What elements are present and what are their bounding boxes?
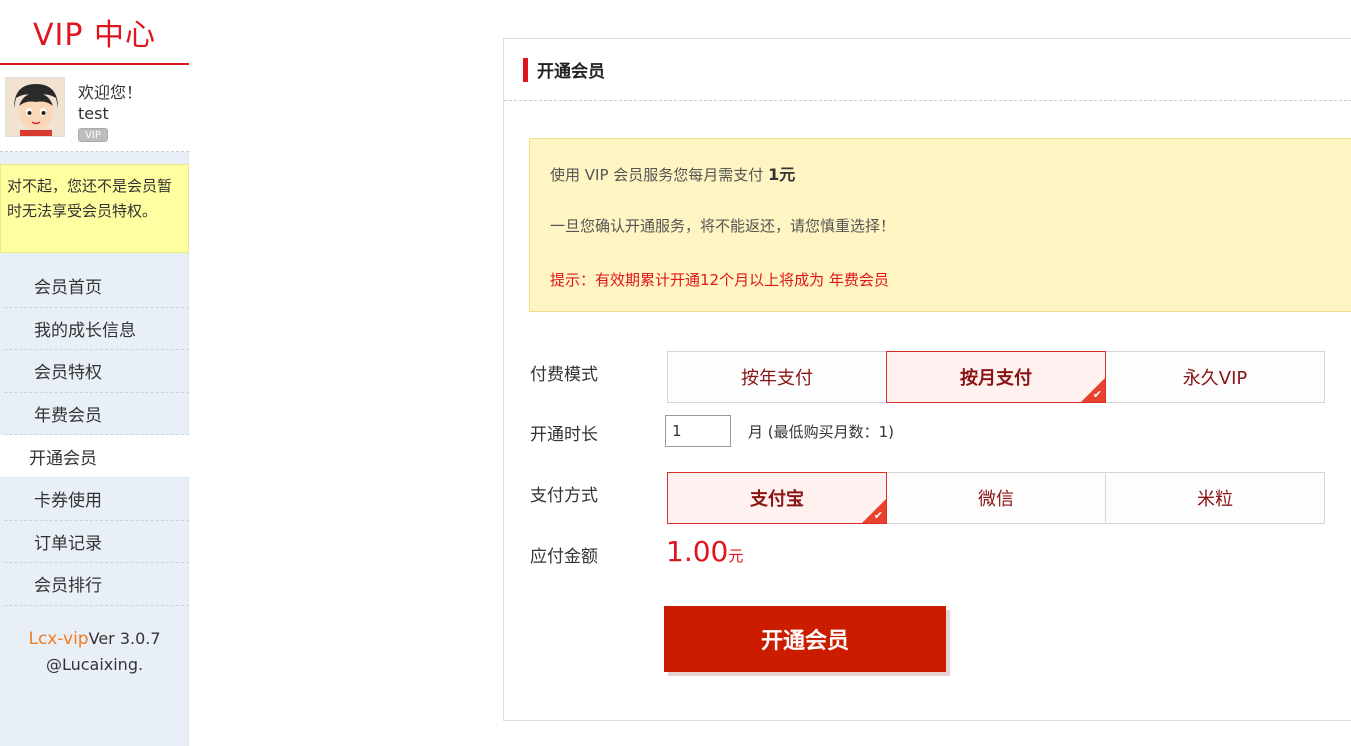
- title-accent-bar: [523, 57, 528, 82]
- panel-title: 开通会员: [537, 62, 605, 82]
- greeting-text: 欢迎您！: [78, 83, 143, 102]
- username: test: [78, 104, 109, 123]
- pay-mode-monthly[interactable]: 按月支付 ✔: [886, 351, 1106, 403]
- pay-method-mili[interactable]: 米粒: [1105, 472, 1325, 524]
- duration-label: 开通时长: [530, 425, 598, 445]
- pay-mode-lifetime-label: 永久VIP: [1182, 368, 1248, 389]
- duration-note: 月 (最低购买月数：1): [748, 423, 895, 441]
- check-icon: ✔: [1092, 388, 1102, 401]
- amount-label: 应付金额: [530, 547, 598, 567]
- sidebar-menu: 会员首页 我的成长信息 会员特权 年费会员 开通会员 卡券使用 订单记录 会员排…: [0, 265, 189, 606]
- duration-input[interactable]: [665, 415, 731, 447]
- pay-method-alipay[interactable]: 支付宝 ✔: [667, 472, 887, 524]
- sidebar-footer: Lcx-vipVer 3.0.7 @Lucaixing.: [0, 626, 189, 678]
- open-membership-panel: 开通会员 使用 VIP 会员服务您每月需支付 1元 一旦您确认开通服务，将不能返…: [503, 38, 1351, 721]
- pay-method-wechat[interactable]: 微信: [886, 472, 1106, 524]
- pay-method-options: 支付宝 ✔ 微信 米粒: [667, 472, 1325, 524]
- open-membership-button[interactable]: 开通会员: [664, 606, 946, 672]
- pay-mode-options: 按年支付 按月支付 ✔ 永久VIP: [667, 351, 1325, 403]
- sidebar-item-privileges[interactable]: 会员特权: [4, 350, 189, 393]
- sidebar-item-coupons[interactable]: 卡券使用: [4, 478, 189, 521]
- pay-method-wechat-label: 微信: [978, 489, 1014, 510]
- info-warning-line: 一旦您确认开通服务，将不能返还，请您慎重选择！: [550, 217, 896, 235]
- pay-mode-yearly[interactable]: 按年支付: [667, 351, 887, 403]
- info-price-prefix: 使用 VIP 会员服务您每月需支付: [550, 166, 764, 184]
- sidebar-item-annual-member[interactable]: 年费会员: [4, 393, 189, 436]
- amount-unit: 元: [728, 547, 744, 565]
- info-price-amount: 1元: [768, 165, 796, 184]
- info-price-line: 使用 VIP 会员服务您每月需支付 1元: [550, 161, 795, 185]
- info-tip-line: 提示：有效期累计开通12个月以上将成为 年费会员: [550, 271, 889, 289]
- amount-number: 1.00: [666, 535, 729, 568]
- footer-brand: Lcx-vip: [28, 629, 89, 649]
- sidebar-item-member-home[interactable]: 会员首页: [4, 265, 189, 308]
- user-card: 欢迎您！ test VIP: [0, 65, 189, 152]
- sidebar-item-orders[interactable]: 订单记录: [4, 521, 189, 564]
- panel-header: 开通会员: [504, 39, 1351, 101]
- pay-method-alipay-label: 支付宝: [750, 489, 804, 510]
- pay-mode-label: 付费模式: [530, 365, 598, 385]
- sidebar: VIP 中心 欢迎您！ test VIP 对不起，您还不是会员暂时无法享受会员特…: [0, 0, 189, 746]
- amount-value: 1.00元: [666, 535, 743, 568]
- sidebar-item-open-membership[interactable]: 开通会员: [0, 435, 189, 478]
- brand-title: VIP 中心: [0, 0, 189, 65]
- footer-version: Ver 3.0.7: [88, 629, 161, 648]
- pay-mode-yearly-label: 按年支付: [741, 368, 813, 389]
- vip-badge: VIP: [78, 128, 108, 142]
- pay-method-label: 支付方式: [530, 486, 598, 506]
- non-member-notice: 对不起，您还不是会员暂时无法享受会员特权。: [0, 164, 189, 253]
- footer-author: @Lucaixing.: [45, 655, 144, 674]
- pay-mode-monthly-label: 按月支付: [960, 368, 1032, 389]
- sidebar-item-ranking[interactable]: 会员排行: [4, 563, 189, 606]
- check-icon: ✔: [873, 509, 883, 522]
- pay-method-mili-label: 米粒: [1197, 489, 1233, 510]
- avatar[interactable]: [5, 77, 65, 137]
- pay-mode-lifetime[interactable]: 永久VIP: [1105, 351, 1325, 403]
- info-box: 使用 VIP 会员服务您每月需支付 1元 一旦您确认开通服务，将不能返还，请您慎…: [529, 138, 1351, 312]
- sidebar-item-growth-info[interactable]: 我的成长信息: [4, 308, 189, 351]
